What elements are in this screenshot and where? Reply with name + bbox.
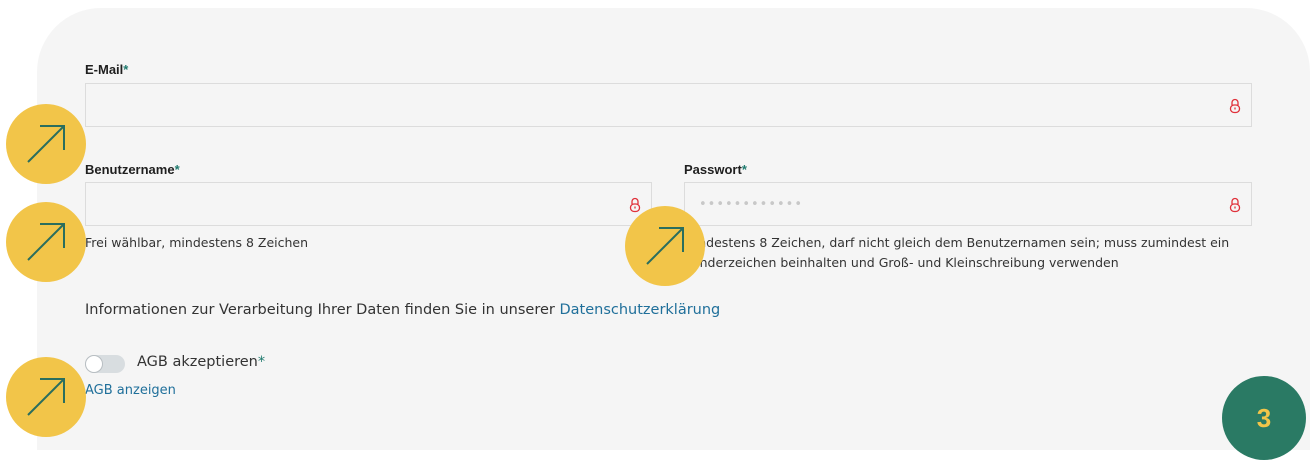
username-label: Benutzername*: [85, 162, 180, 177]
step-badge: 3: [1222, 376, 1306, 460]
email-field-wrapper: [85, 83, 1252, 127]
help-bubble-email[interactable]: [6, 104, 86, 184]
privacy-text: Informationen zur Verarbeitung Ihrer Dat…: [85, 302, 560, 318]
email-field[interactable]: [86, 84, 1251, 126]
password-hint: Mindestens 8 Zeichen, darf nicht gleich …: [684, 235, 1230, 270]
username-field[interactable]: [86, 183, 651, 225]
help-bubble-username[interactable]: [6, 202, 86, 282]
toggle-knob: [86, 356, 102, 372]
help-bubble-terms[interactable]: [6, 357, 86, 437]
privacy-policy-link[interactable]: Datenschutzerklärung: [559, 302, 720, 318]
arrow-up-right-icon: [27, 378, 65, 416]
arrow-up-right-icon: [27, 125, 65, 163]
lock-icon: [1229, 98, 1241, 114]
username-field-wrapper: [85, 182, 652, 226]
lock-icon: [1229, 197, 1241, 213]
password-field[interactable]: [685, 183, 1251, 225]
arrow-up-right-icon: [27, 223, 65, 261]
terms-toggle[interactable]: [85, 355, 125, 373]
username-hint: Frei wählbar, mindestens 8 Zeichen: [85, 235, 309, 250]
password-label: Passwort*: [684, 162, 747, 177]
password-field-wrapper: [684, 182, 1252, 226]
arrow-up-right-icon: [646, 227, 684, 265]
help-bubble-password[interactable]: [625, 206, 705, 286]
terms-show-link-wrapper: AGB anzeigen: [85, 383, 176, 398]
email-label: E-Mail*: [85, 62, 129, 77]
show-terms-link[interactable]: AGB anzeigen: [85, 383, 176, 398]
privacy-info: Informationen zur Verarbeitung Ihrer Dat…: [85, 302, 720, 318]
terms-label: AGB akzeptieren*: [137, 354, 266, 370]
